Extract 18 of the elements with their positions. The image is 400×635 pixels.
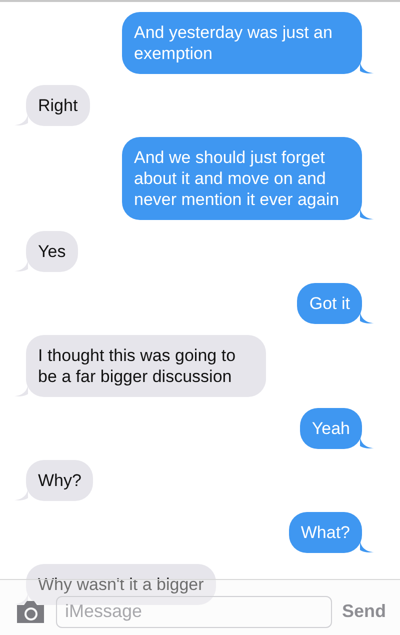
received-message: Yes xyxy=(26,231,78,272)
sent-message: What? xyxy=(288,512,362,553)
received-message: Right xyxy=(26,85,90,126)
bubble-tail-icon xyxy=(360,206,374,220)
camera-icon[interactable] xyxy=(15,600,46,624)
sent-message: Got it xyxy=(297,283,362,324)
sent-message: And yesterday was just an exemption xyxy=(122,12,362,74)
sent-message: And we should just forget about it and move on and never mention it ever again xyxy=(122,137,362,220)
received-message: Why? xyxy=(26,460,94,501)
send-button[interactable]: Send xyxy=(342,598,386,625)
bubble-tail-icon xyxy=(360,435,374,449)
sent-message: Yeah xyxy=(300,408,362,449)
received-message: Why wasn't it a bigger xyxy=(26,564,216,605)
bubble-tail-icon xyxy=(360,310,374,324)
bubble-tail-icon xyxy=(360,539,374,553)
received-message: I thought this was going to be a far bigger discussion xyxy=(26,335,266,397)
message-field[interactable]: iMessage xyxy=(56,596,332,628)
bubble-tail-icon xyxy=(360,60,374,74)
